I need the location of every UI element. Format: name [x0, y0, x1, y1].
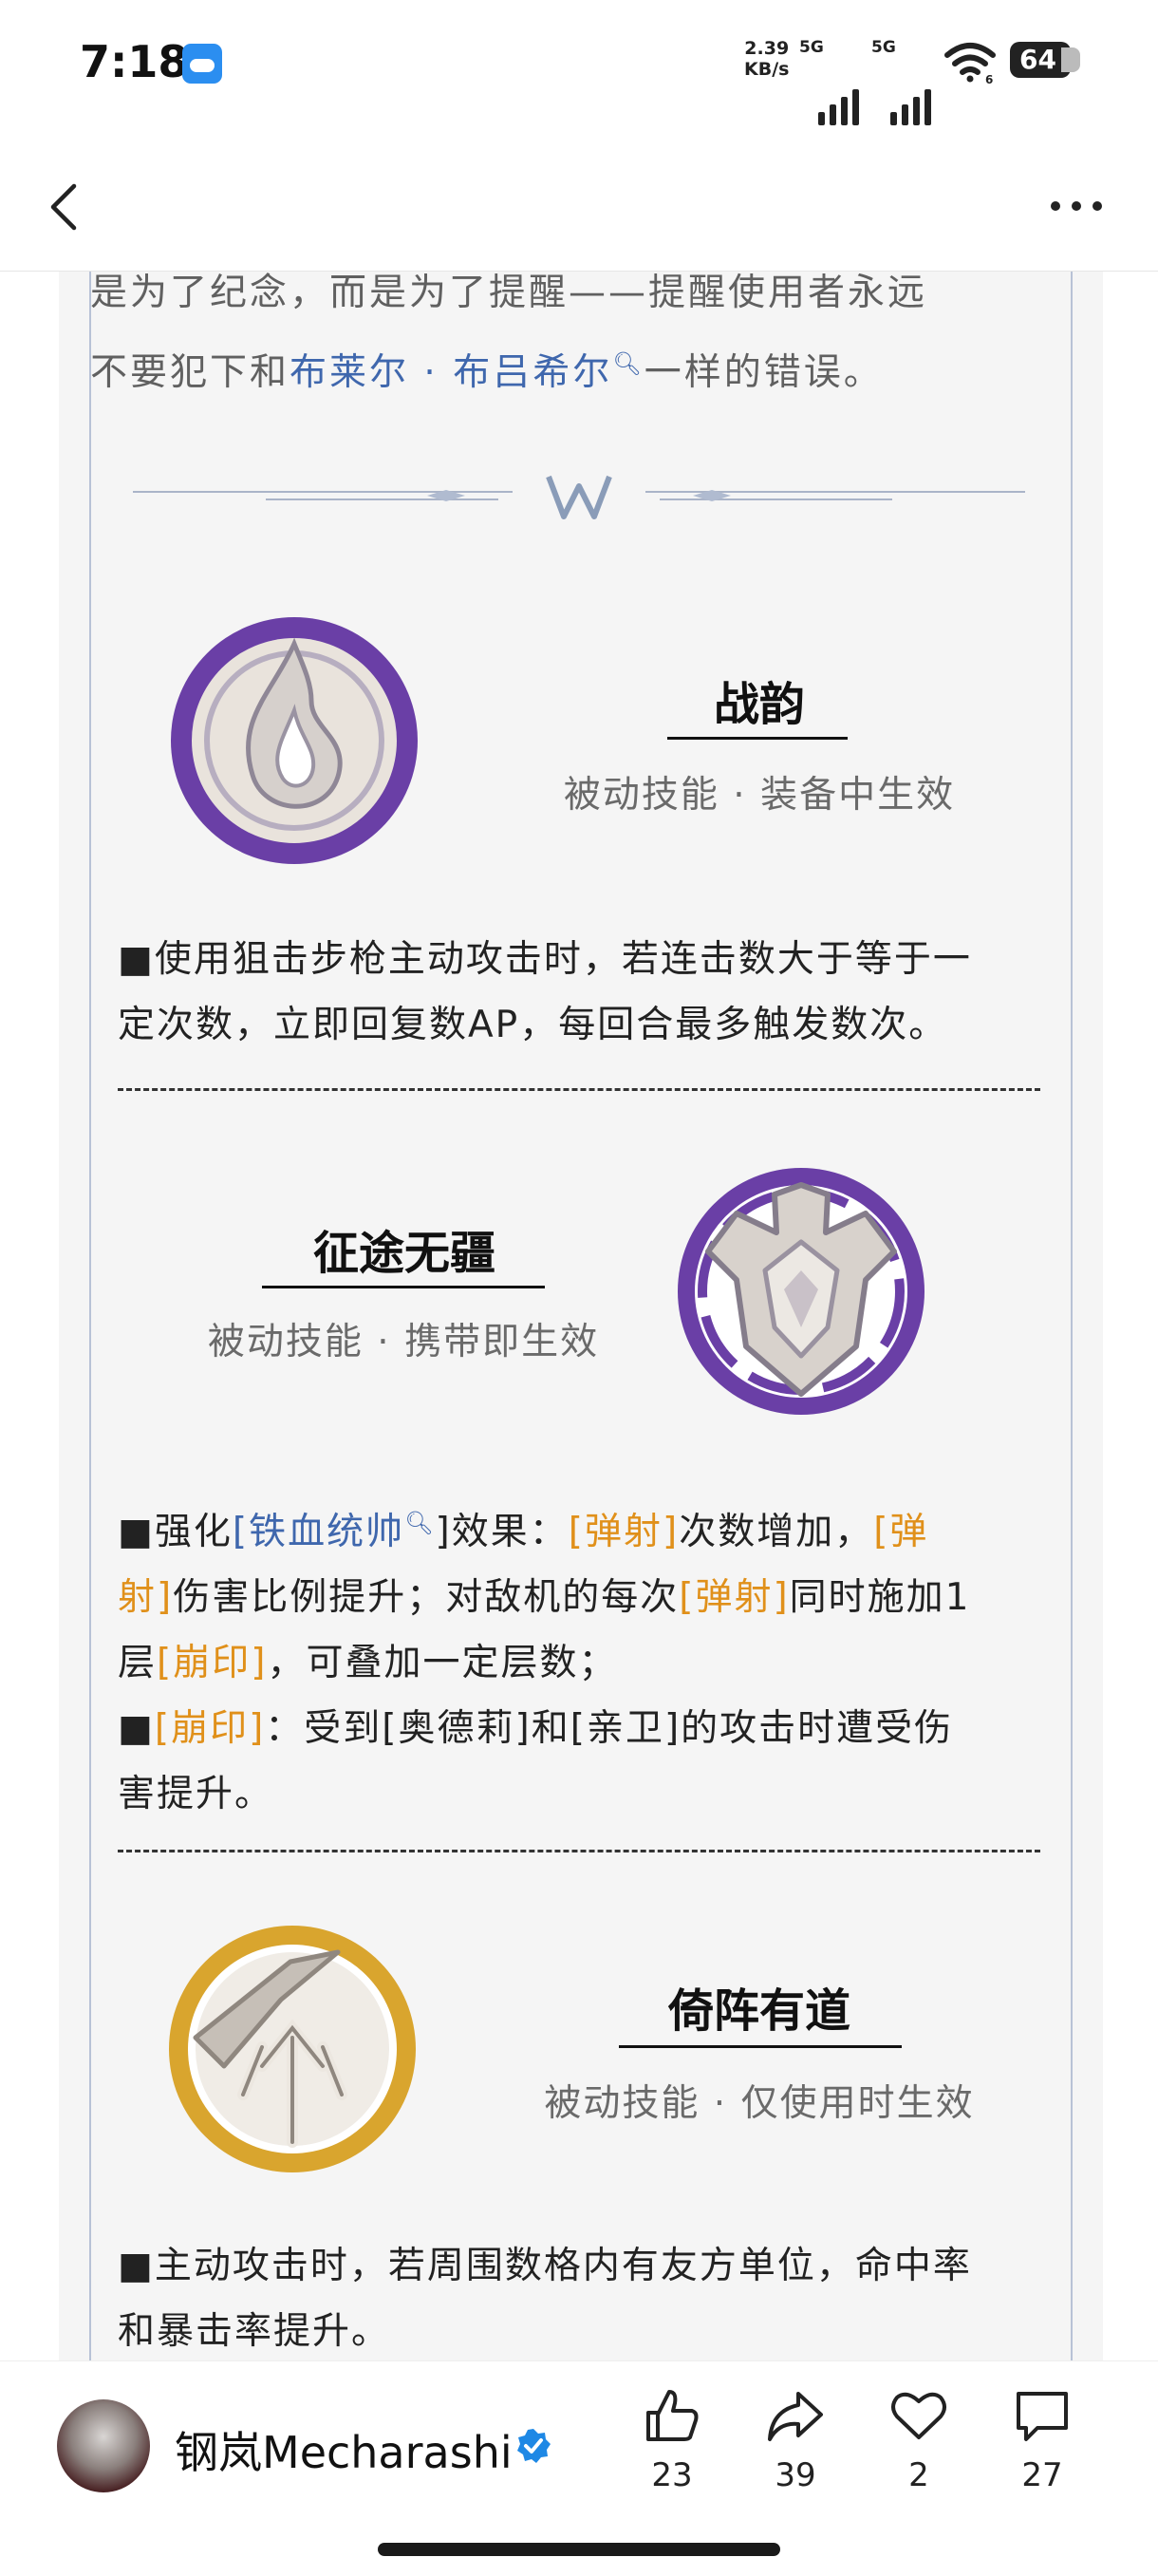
network-speed-value: 2.39	[744, 38, 790, 59]
network-speed: 2.39 KB/s	[744, 38, 789, 80]
skill-3-subtitle: 被动技能 · 仅使用时生效	[544, 2082, 975, 2125]
author-avatar[interactable]	[57, 2399, 150, 2492]
intro-suffix: 一样的错误。	[644, 351, 884, 394]
back-icon[interactable]	[38, 179, 95, 235]
signal-icon-1: 5G	[799, 38, 866, 125]
share-icon	[768, 2392, 823, 2441]
skill-2-text-c: 次数增加，	[679, 1511, 874, 1553]
intro-line-1: 是为了纪念，而是为了提醒——提醒使用者永远	[90, 272, 928, 314]
skill-2-title: 征途无疆	[312, 1227, 495, 1280]
weather-icon	[182, 44, 222, 84]
skill-1-subtitle: 被动技能 · 装备中生效	[563, 774, 956, 817]
section-divider-2	[118, 1850, 1040, 1852]
skill-1-underline	[667, 737, 848, 740]
like-count: 23	[651, 2456, 693, 2494]
skill-1-title: 战韵	[713, 678, 805, 731]
keyword-ricochet-2: [弹射]	[679, 1576, 790, 1619]
signal-1-label: 5G	[799, 38, 824, 57]
skill-3-description: ■主动攻击时，若周围数格内有友方单位，命中率 和暴击率提升。	[118, 2233, 1048, 2364]
home-indicator	[378, 2543, 780, 2556]
skill-1-desc-line-2: 定次数，立即回复数AP，每回合最多触发数次。	[118, 1004, 948, 1046]
skill-2-desc-line-4: ■[崩印]：受到[奥德莉]和[亲卫]的攻击时遭受伤	[118, 1696, 1048, 1761]
skill-2-underline	[262, 1286, 545, 1288]
search-icon[interactable]: 🔍︎	[612, 350, 644, 377]
search-icon[interactable]: 🔍︎	[404, 1510, 435, 1536]
blair-link[interactable]: 布莱尔 · 布吕希尔	[290, 351, 612, 394]
keyword-collapse-mark: [崩印]	[157, 1642, 268, 1684]
ornamental-divider	[133, 475, 1025, 519]
keyword-ricochet-end: 射]	[118, 1576, 174, 1619]
intro-prefix: 不要犯下和	[90, 351, 290, 394]
keyword-ricochet: [弹射]	[568, 1511, 680, 1553]
square-bullet: ■	[118, 1707, 155, 1750]
skill-2-desc-line-3: 层[崩印]，可叠加一定层数；	[118, 1630, 1048, 1696]
skill-2-text-e: 同时施加1	[789, 1576, 971, 1619]
skill-2-text-h: ：受到[奥德莉]和[亲卫]的攻击时遭受伤	[265, 1707, 954, 1750]
armor-crest-icon	[678, 1168, 925, 1415]
more-options-icon[interactable]	[1048, 192, 1105, 220]
skill-2-desc-line-5: 害提升。	[118, 1773, 274, 1815]
skill-2-subtitle: 被动技能 · 携带即生效	[207, 1321, 600, 1363]
thumbs-up-icon	[646, 2390, 699, 2441]
skill-2-description: ■强化[铁血统帅🔍︎]效果：[弹射]次数增加，[弹 射]伤害比例提升；对敌机的每…	[118, 1491, 1048, 1827]
nav-bar	[0, 142, 1158, 272]
like-button[interactable]: 23	[625, 2384, 719, 2494]
status-bar: 7:18 2.39 KB/s 5G 5G 6 64	[0, 0, 1158, 128]
skill-1-desc-line-1: ■使用狙击步枪主动攻击时，若连击数大于等于一	[118, 938, 972, 981]
heart-icon	[891, 2392, 946, 2439]
section-divider-1	[118, 1088, 1040, 1091]
skill-2-text-b: ]效果：	[435, 1511, 569, 1553]
intro-paragraph: 是为了纪念，而是为了提醒——提醒使用者永远 不要犯下和布莱尔 · 布吕希尔🔍︎一…	[90, 258, 1039, 408]
flame-emblem-icon	[171, 617, 418, 864]
skill-2-text-g: ，可叠加一定层数；	[267, 1642, 618, 1684]
skill-3-underline	[619, 2045, 902, 2048]
signal-icon-2: 5G	[871, 38, 938, 125]
skill-1-description: ■使用狙击步枪主动攻击时，若连击数大于等于一 定次数，立即回复数AP，每回合最多…	[118, 927, 1048, 1058]
intro-line-2: 不要犯下和布莱尔 · 布吕希尔🔍︎一样的错误。	[90, 329, 1039, 408]
keyword-collapse-mark-2: [崩印]	[154, 1707, 266, 1750]
verified-badge-icon	[517, 2429, 551, 2463]
skill-3-desc-line-1: ■主动攻击时，若周围数格内有友方单位，命中率	[118, 2245, 972, 2287]
wifi-icon: 6	[944, 43, 996, 84]
trident-emblem-icon	[169, 1926, 416, 2172]
skill-2-desc-line-1: ■强化[铁血统帅🔍︎]效果：[弹射]次数增加，[弹	[118, 1491, 1048, 1565]
wifi-sub-label: 6	[985, 73, 993, 84]
share-count: 39	[775, 2456, 816, 2494]
skill-3-title: 倚阵有道	[667, 1984, 850, 2038]
status-time: 7:18	[80, 36, 189, 87]
favorite-count: 2	[908, 2456, 929, 2494]
signal-2-label: 5G	[871, 38, 896, 57]
skill-3-desc-line-2: 和暴击率提升。	[118, 2310, 391, 2353]
skill-2-desc-line-2: 射]伤害比例提升；对敌机的每次[弹射]同时施加1	[118, 1565, 1048, 1630]
battery-icon: 64	[1010, 42, 1080, 78]
keyword-ricochet-start: [弹	[873, 1511, 929, 1553]
favorite-button[interactable]: 2	[871, 2384, 966, 2494]
network-speed-unit: KB/s	[744, 59, 790, 80]
author-name[interactable]: 钢岚Mecharashi	[175, 2418, 513, 2481]
comment-count: 27	[1021, 2456, 1063, 2494]
share-button[interactable]: 39	[748, 2384, 843, 2494]
comment-icon	[1017, 2392, 1068, 2441]
comment-button[interactable]: 27	[995, 2384, 1090, 2494]
skill-2-text-a: ■强化	[118, 1511, 233, 1553]
skill-2-text-d: 伤害比例提升；对敌机的每次	[173, 1576, 680, 1619]
iron-blood-commander-link[interactable]: [铁血统帅	[233, 1511, 404, 1553]
skill-2-text-f: 层	[118, 1642, 158, 1684]
